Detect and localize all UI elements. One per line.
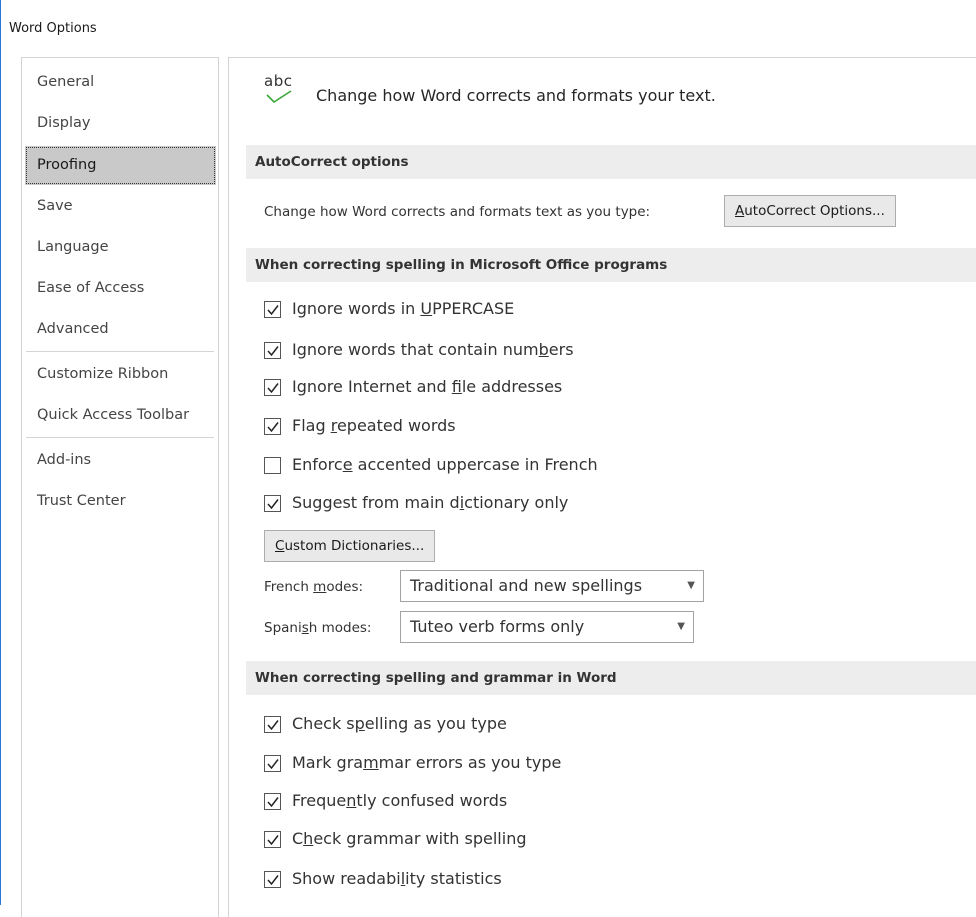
sidebar-item-general[interactable]: General bbox=[25, 63, 216, 102]
section-autocorrect-options: AutoCorrect options bbox=[246, 145, 976, 179]
sidebar-item-language[interactable]: Language bbox=[25, 228, 216, 267]
page-header: abc Change how Word corrects and formats… bbox=[264, 72, 864, 112]
section-word-spelling-grammar: When correcting spelling and grammar in … bbox=[246, 661, 976, 695]
check-grammar-label: Check grammar with spelling bbox=[292, 829, 527, 848]
check-spelling-label: Check spelling as you type bbox=[292, 714, 507, 733]
readability-statistics-checkbox[interactable] bbox=[264, 871, 281, 888]
flag-repeated-words-checkbox[interactable] bbox=[264, 418, 281, 435]
option-check-spelling[interactable]: Check spelling as you type bbox=[264, 711, 864, 739]
sidebar-item-customize-ribbon[interactable]: Customize Ribbon bbox=[25, 355, 216, 394]
confused-words-label: Frequently confused words bbox=[292, 791, 508, 810]
french-modes-label: French modes: bbox=[264, 579, 364, 595]
proofing-panel: abc Change how Word corrects and formats… bbox=[228, 57, 976, 917]
autocorrect-row: Change how Word corrects and formats tex… bbox=[264, 195, 964, 229]
mark-grammar-errors-label: Mark grammar errors as you type bbox=[292, 753, 562, 772]
sidebar-item-proofing[interactable]: Proofing bbox=[25, 146, 216, 185]
window-title: Word Options bbox=[9, 21, 97, 36]
checkmark-icon bbox=[267, 759, 279, 770]
ignore-numbers-label: Ignore words that contain numbers bbox=[292, 340, 574, 359]
option-ignore-numbers[interactable]: Ignore words that contain numbers bbox=[264, 337, 864, 365]
autocorrect-label: Change how Word corrects and formats tex… bbox=[264, 204, 651, 220]
checkmark-icon bbox=[267, 720, 279, 731]
checkmark-icon bbox=[267, 346, 279, 357]
sidebar-divider bbox=[26, 437, 214, 438]
option-flag-repeated-words[interactable]: Flag repeated words bbox=[264, 413, 864, 441]
word-options-window: Word Options General Display Proofing Sa… bbox=[0, 0, 976, 917]
sidebar-item-display[interactable]: Display bbox=[25, 104, 216, 143]
abc-icon-text: abc bbox=[264, 72, 293, 90]
autocorrect-options-button[interactable]: AutoCorrect Options... bbox=[724, 195, 896, 227]
checkmark-icon bbox=[267, 305, 279, 316]
ignore-uppercase-checkbox[interactable] bbox=[264, 301, 281, 318]
checkmark-icon bbox=[267, 835, 279, 846]
sidebar-item-add-ins[interactable]: Add-ins bbox=[25, 441, 216, 480]
sidebar-item-quick-access-toolbar[interactable]: Quick Access Toolbar bbox=[25, 396, 216, 435]
checkmark-icon bbox=[267, 499, 279, 510]
confused-words-checkbox[interactable] bbox=[264, 793, 281, 810]
option-suggest-main-dictionary[interactable]: Suggest from main dictionary only bbox=[264, 490, 864, 518]
suggest-main-dictionary-checkbox[interactable] bbox=[264, 495, 281, 512]
french-modes-select[interactable]: Traditional and new spellings ▼ bbox=[400, 570, 704, 602]
checkmark-icon bbox=[267, 875, 279, 886]
ignore-uppercase-label: Ignore words in UPPERCASE bbox=[292, 299, 515, 318]
option-enforce-accented-uppercase[interactable]: Enforce accented uppercase in French bbox=[264, 452, 864, 480]
check-grammar-checkbox[interactable] bbox=[264, 831, 281, 848]
sidebar-item-ease-of-access[interactable]: Ease of Access bbox=[25, 269, 216, 308]
ignore-numbers-checkbox[interactable] bbox=[264, 342, 281, 359]
french-modes-value: Traditional and new spellings bbox=[410, 576, 643, 595]
option-confused-words[interactable]: Frequently confused words bbox=[264, 788, 864, 816]
spanish-modes-select[interactable]: Tuteo verb forms only ▼ bbox=[400, 611, 694, 643]
ignore-internet-addresses-label: Ignore Internet and file addresses bbox=[292, 377, 563, 396]
spelling-check-icon: abc bbox=[264, 72, 304, 112]
checkmark-icon bbox=[266, 90, 292, 104]
spanish-modes-label: Spanish modes: bbox=[264, 620, 372, 636]
check-spelling-checkbox[interactable] bbox=[264, 716, 281, 733]
chevron-down-icon: ▼ bbox=[687, 580, 695, 591]
sidebar: General Display Proofing Save Language E… bbox=[21, 57, 219, 917]
flag-repeated-words-label: Flag repeated words bbox=[292, 416, 456, 435]
option-check-grammar[interactable]: Check grammar with spelling bbox=[264, 826, 864, 854]
section-office-spelling: When correcting spelling in Microsoft Of… bbox=[246, 248, 976, 282]
spanish-modes-value: Tuteo verb forms only bbox=[410, 617, 585, 636]
suggest-main-dictionary-label: Suggest from main dictionary only bbox=[292, 493, 569, 512]
option-mark-grammar-errors[interactable]: Mark grammar errors as you type bbox=[264, 750, 864, 778]
enforce-accented-uppercase-label: Enforce accented uppercase in French bbox=[292, 455, 598, 474]
page-description: Change how Word corrects and formats you… bbox=[316, 86, 716, 105]
option-readability-statistics[interactable]: Show readability statistics bbox=[264, 866, 864, 894]
checkmark-icon bbox=[267, 383, 279, 394]
sidebar-item-trust-center[interactable]: Trust Center bbox=[25, 482, 216, 521]
readability-statistics-label: Show readability statistics bbox=[292, 869, 502, 888]
option-ignore-uppercase[interactable]: Ignore words in UPPERCASE bbox=[264, 296, 864, 324]
sidebar-divider bbox=[26, 351, 214, 352]
enforce-accented-uppercase-checkbox[interactable] bbox=[264, 457, 281, 474]
sidebar-item-save[interactable]: Save bbox=[25, 187, 216, 226]
checkmark-icon bbox=[267, 422, 279, 433]
checkmark-icon bbox=[267, 797, 279, 808]
option-ignore-internet-addresses[interactable]: Ignore Internet and file addresses bbox=[264, 374, 864, 402]
sidebar-item-advanced[interactable]: Advanced bbox=[25, 310, 216, 349]
chevron-down-icon: ▼ bbox=[677, 621, 685, 632]
ignore-internet-addresses-checkbox[interactable] bbox=[264, 379, 281, 396]
custom-dictionaries-button[interactable]: Custom Dictionaries... bbox=[264, 530, 436, 562]
mark-grammar-errors-checkbox[interactable] bbox=[264, 755, 281, 772]
